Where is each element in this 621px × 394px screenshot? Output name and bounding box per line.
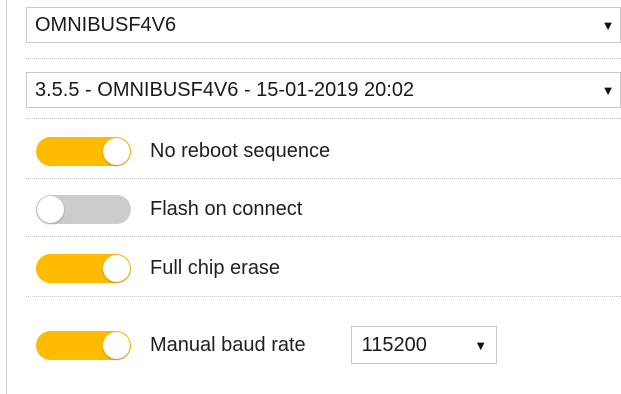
- board-select-value: OMNIBUSF4V6: [35, 13, 177, 36]
- baud-rate-value: 115200: [361, 333, 427, 356]
- manual-baud-rate-label: Manual baud rate: [150, 333, 306, 356]
- panel-left-border: [6, 0, 7, 394]
- toggle-knob: [103, 331, 130, 359]
- divider: [26, 296, 621, 297]
- no-reboot-sequence-label: No reboot sequence: [150, 139, 331, 162]
- toggle-knob: [103, 137, 130, 165]
- board-select[interactable]: OMNIBUSF4V6 ▼: [26, 7, 621, 43]
- caret-down-icon: ▼: [474, 337, 488, 353]
- option-manual-baud-rate: Manual baud rate 115200 ▼: [36, 325, 497, 365]
- manual-baud-rate-toggle[interactable]: [36, 330, 131, 360]
- flash-on-connect-label: Flash on connect: [150, 197, 303, 220]
- toggle-knob: [37, 195, 64, 223]
- caret-down-icon: ▼: [601, 82, 615, 98]
- option-full-chip-erase: Full chip erase: [36, 250, 280, 286]
- divider: [26, 58, 621, 59]
- divider: [26, 118, 621, 119]
- full-chip-erase-toggle[interactable]: [36, 253, 131, 283]
- full-chip-erase-label: Full chip erase: [150, 256, 281, 279]
- flash-on-connect-toggle[interactable]: [36, 194, 131, 224]
- toggle-knob: [103, 254, 130, 282]
- firmware-flasher-options: OMNIBUSF4V6 ▼ 3.5.5 - OMNIBUSF4V6 - 15-0…: [0, 0, 621, 394]
- no-reboot-sequence-toggle[interactable]: [36, 136, 131, 166]
- option-flash-on-connect: Flash on connect: [36, 191, 302, 227]
- divider: [26, 236, 621, 237]
- caret-down-icon: ▼: [601, 17, 615, 33]
- firmware-version-value: 3.5.5 - OMNIBUSF4V6 - 15-01-2019 20:02: [35, 78, 415, 101]
- baud-rate-select[interactable]: 115200 ▼: [350, 326, 497, 364]
- divider: [26, 178, 621, 179]
- option-no-reboot-sequence: No reboot sequence: [36, 133, 330, 169]
- firmware-version-select[interactable]: 3.5.5 - OMNIBUSF4V6 - 15-01-2019 20:02 ▼: [26, 72, 621, 108]
